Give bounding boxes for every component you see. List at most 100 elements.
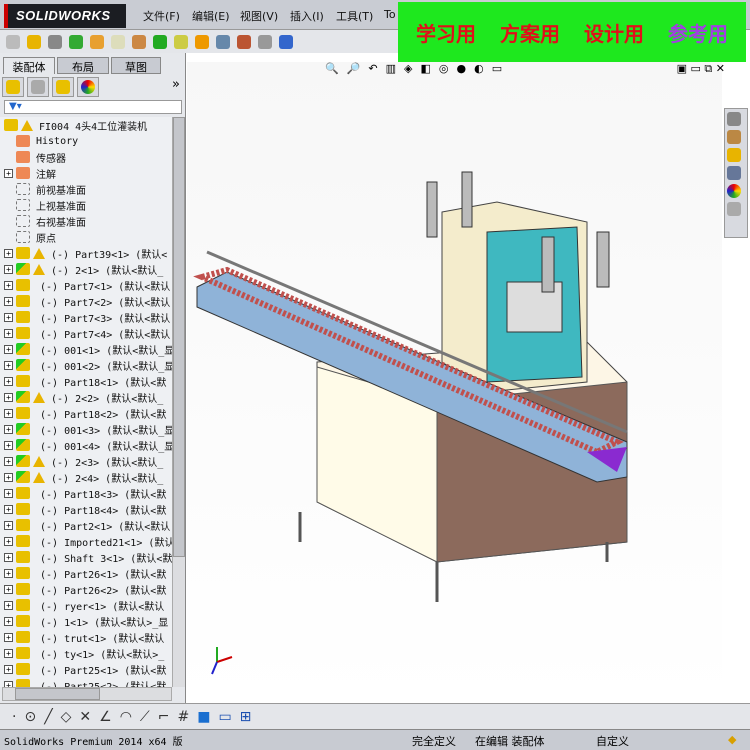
tree-horizontal-scrollbar[interactable] [2, 687, 172, 701]
show-hidden-icon[interactable] [132, 34, 146, 49]
component-item[interactable]: + (-) 2<3> (默认<默认_ [0, 453, 163, 469]
component-item[interactable]: + (-) 001<1> (默认<默认_显 [0, 341, 172, 357]
component-item[interactable]: + (-) Imported21<1> (默认 [0, 533, 172, 549]
zoom-to-fit-icon[interactable]: 🔍 [325, 62, 339, 78]
expand-icon[interactable]: + [4, 488, 13, 498]
menu-view[interactable]: 视图(V) [240, 8, 278, 24]
expand-icon[interactable]: + [4, 520, 13, 530]
expand-icon[interactable]: + [4, 376, 13, 386]
display-manager-icon[interactable] [77, 77, 99, 97]
tree-item[interactable]: History [13, 133, 78, 149]
expand-panel-button[interactable]: » [172, 77, 180, 99]
appearance-icon[interactable]: ● [457, 62, 467, 78]
expand-icon[interactable]: + [4, 632, 13, 642]
expand-icon[interactable]: + [4, 600, 13, 610]
zoom-area-icon[interactable]: 🔎 [347, 62, 361, 78]
tree-root[interactable]: FI004 4头4工位灌装机 [0, 117, 147, 133]
section-view-icon[interactable]: ▥ [386, 62, 396, 78]
angle-icon[interactable]: ∠ [99, 709, 112, 725]
smart-fastener-icon[interactable] [90, 34, 104, 49]
expand-icon[interactable]: + [4, 168, 13, 178]
expand-icon[interactable]: + [4, 648, 13, 658]
hide-show-icon[interactable]: ◎ [439, 62, 449, 78]
component-item[interactable]: + (-) Part7<2> (默认<默认 [0, 293, 170, 309]
explode-line-icon[interactable] [258, 34, 272, 49]
component-item[interactable]: + (-) 2<4> (默认<默认_ [0, 469, 163, 485]
expand-icon[interactable]: + [4, 456, 13, 466]
menu-file[interactable]: 文件(F) [143, 8, 180, 24]
tag-icon[interactable]: ◆ [728, 733, 736, 746]
component-item[interactable]: + (-) Part7<3> (默认<默认 [0, 309, 170, 325]
component-item[interactable]: + (-) Part7<1> (默认<默认 [0, 277, 170, 293]
circle-icon[interactable]: ⊙ [24, 709, 36, 725]
scene-icon[interactable]: ◐ [474, 62, 484, 78]
expand-icon[interactable]: + [4, 440, 13, 450]
component-item[interactable]: + (-) 2<1> (默认<默认_ [0, 261, 163, 277]
expand-icon[interactable]: + [4, 248, 13, 258]
single-view-icon[interactable]: ▭ [218, 709, 231, 725]
component-item[interactable]: + (-) Part18<1> (默认<默 [0, 373, 166, 389]
tab-sketch[interactable]: 草图 [111, 57, 161, 74]
component-item[interactable]: + (-) ryer<1> (默认<默认 [0, 597, 164, 613]
component-item[interactable]: + (-) Part2<1> (默认<默认 [0, 517, 170, 533]
tab-layout[interactable]: 布局 [57, 57, 109, 74]
expand-icon[interactable]: + [4, 536, 13, 546]
new-part-icon[interactable] [6, 34, 20, 49]
expand-icon[interactable]: + [4, 296, 13, 306]
filter-field[interactable]: ▼▾ [4, 100, 182, 114]
trim-icon[interactable]: ✕ [79, 709, 91, 725]
component-item[interactable]: + (-) Shaft 3<1> (默认<默 [0, 549, 172, 565]
view-palette-icon[interactable] [727, 166, 741, 180]
expand-icon[interactable]: + [4, 328, 13, 338]
file-explorer-icon[interactable] [727, 148, 741, 162]
expand-icon[interactable]: + [4, 664, 13, 674]
component-item[interactable]: + (-) 001<3> (默认<默认_显 [0, 421, 172, 437]
tree-item[interactable]: 传感器 [13, 149, 66, 165]
tree-item[interactable]: + 注解 [0, 165, 56, 181]
point-icon[interactable]: · [12, 709, 16, 725]
component-item[interactable]: + (-) Part7<4> (默认<默认 [0, 325, 170, 341]
appearances-icon[interactable] [727, 184, 741, 198]
component-item[interactable]: + (-) Part25<1> (默认<默 [0, 661, 166, 677]
component-item[interactable]: + (-) Part18<2> (默认<默 [0, 405, 166, 421]
expand-icon[interactable]: + [4, 472, 13, 482]
design-library-icon[interactable] [727, 130, 741, 144]
view-orientation-icon[interactable]: ◈ [404, 62, 412, 78]
units-selector[interactable]: 自定义 [596, 733, 629, 749]
expand-icon[interactable]: + [4, 312, 13, 322]
menu-toolbox[interactable]: To [384, 8, 396, 21]
tree-vertical-scrollbar[interactable] [172, 117, 185, 687]
previous-view-icon[interactable]: ↶ [368, 62, 377, 78]
expand-icon[interactable]: + [4, 584, 13, 594]
window-controls-icon[interactable]: ▣ ▭ ⧉ ✕ [677, 62, 725, 78]
tree-item[interactable]: 原点 [13, 229, 56, 245]
component-item[interactable]: + (-) trut<1> (默认<默认 [0, 629, 164, 645]
grid-icon[interactable]: # [177, 709, 189, 725]
expand-icon[interactable]: + [4, 280, 13, 290]
component-item[interactable]: + (-) 001<4> (默认<默认_显 [0, 437, 172, 453]
expand-icon[interactable]: + [4, 408, 13, 418]
assembly-features-icon[interactable] [153, 34, 167, 49]
expand-icon[interactable]: + [4, 344, 13, 354]
view-settings-icon[interactable]: ▭ [492, 62, 502, 78]
expand-icon[interactable]: + [4, 616, 13, 626]
component-item[interactable]: + (-) 001<2> (默认<默认_显 [0, 357, 172, 373]
home-icon[interactable] [727, 112, 741, 126]
feature-manager-icon[interactable] [2, 77, 24, 97]
reference-geometry-icon[interactable] [174, 34, 188, 49]
tree-item[interactable]: 上视基准面 [13, 197, 86, 213]
expand-icon[interactable]: + [4, 504, 13, 514]
menu-insert[interactable]: 插入(I) [290, 8, 324, 24]
component-item[interactable]: + (-) 1<1> (默认<默认>_显 [0, 613, 168, 629]
move-component-icon[interactable] [111, 34, 125, 49]
component-item[interactable]: + (-) Part26<2> (默认<默 [0, 581, 166, 597]
expand-icon[interactable]: + [4, 360, 13, 370]
graphics-area[interactable] [187, 62, 722, 702]
four-view-icon[interactable]: ⊞ [240, 709, 252, 725]
configuration-manager-icon[interactable] [52, 77, 74, 97]
component-item[interactable]: + (-) Part39<1> (默认< [0, 245, 167, 261]
polygon-icon[interactable]: ◇ [61, 709, 72, 725]
corner-icon[interactable]: ⌐ [158, 709, 170, 725]
centerline-icon[interactable]: ⟋ [140, 709, 150, 725]
property-manager-icon[interactable] [27, 77, 49, 97]
